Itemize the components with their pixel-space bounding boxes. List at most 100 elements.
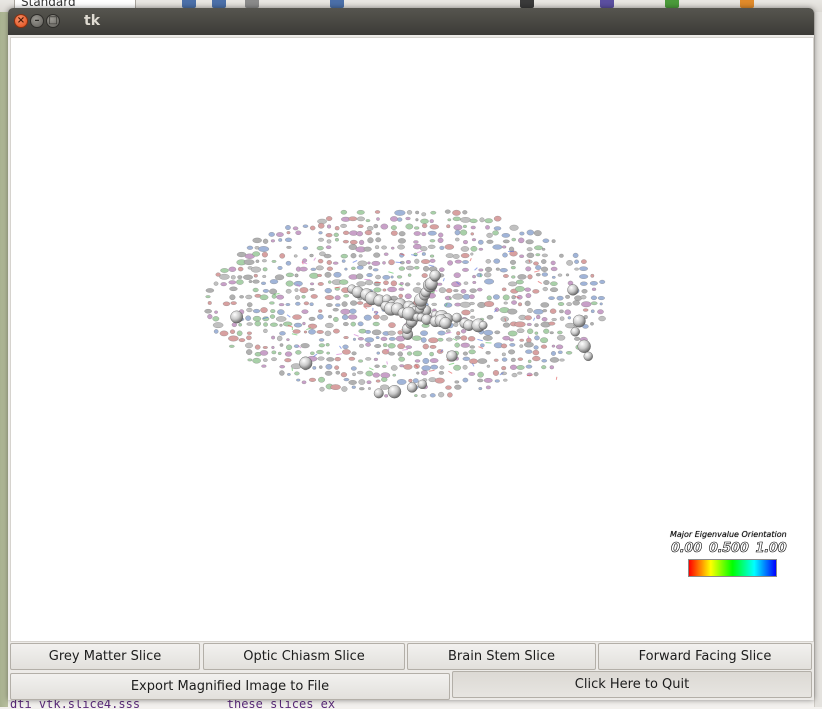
render-viewport[interactable]: Major Eigenvalue Orientation 0.000.5001.… xyxy=(10,37,814,642)
tensor-glyph xyxy=(286,289,291,293)
tensor-glyph xyxy=(238,275,243,278)
tensor-glyph xyxy=(526,267,531,272)
tensor-glyph xyxy=(326,357,334,361)
tensor-glyph xyxy=(302,259,307,263)
tensor-sphere-glyph xyxy=(584,352,593,361)
tensor-glyph xyxy=(327,267,333,271)
tensor-glyph xyxy=(365,357,371,360)
tensor-glyph xyxy=(485,219,493,223)
tensor-glyph xyxy=(581,301,591,307)
close-icon[interactable]: × xyxy=(14,14,28,28)
tensor-glyph xyxy=(391,276,394,279)
orientation-glyph xyxy=(314,258,316,261)
tensor-sphere-glyph xyxy=(568,284,579,295)
minimize-icon[interactable]: – xyxy=(30,14,44,28)
tensor-glyph xyxy=(351,253,356,258)
tensor-glyph xyxy=(565,310,571,315)
tensor-glyph xyxy=(437,283,442,286)
orientation-glyph xyxy=(402,349,408,350)
tensor-sphere-glyph xyxy=(479,321,487,329)
tensor-glyph xyxy=(343,294,348,297)
tensor-glyph xyxy=(534,324,538,327)
toolbar-icon[interactable] xyxy=(245,0,259,8)
tensor-glyph xyxy=(333,317,338,322)
tensor-glyph xyxy=(430,352,434,356)
tensor-glyph xyxy=(296,379,300,381)
tensor-glyph xyxy=(397,343,405,348)
tensor-glyph xyxy=(454,322,459,327)
tensor-glyph xyxy=(574,260,578,264)
tensor-glyph xyxy=(326,303,332,306)
tensor-glyph xyxy=(263,267,267,271)
tensor-glyph xyxy=(524,342,533,347)
tensor-glyph xyxy=(278,266,283,269)
tensor-glyph xyxy=(366,219,370,221)
tensor-glyph xyxy=(405,283,410,287)
tensor-glyph xyxy=(510,260,516,265)
tensor-glyph xyxy=(317,246,324,250)
tensor-glyph xyxy=(501,344,507,348)
toolbar-icon[interactable] xyxy=(330,0,344,8)
tensor-glyph xyxy=(391,365,397,370)
tensor-glyph xyxy=(580,282,587,286)
tensor-glyph xyxy=(309,378,316,382)
tensor-glyph xyxy=(581,295,586,299)
tensor-glyph xyxy=(541,345,547,349)
tensor-glyph xyxy=(223,302,230,306)
toolbar-icon[interactable] xyxy=(665,0,679,8)
tensor-glyph xyxy=(214,282,218,286)
tensor-glyph xyxy=(507,309,517,314)
export-image-button[interactable]: Export Magnified Image to File xyxy=(10,673,450,700)
brain-stem-slice-button[interactable]: Brain Stem Slice xyxy=(407,643,596,670)
tensor-glyph xyxy=(260,350,268,355)
tensor-glyph xyxy=(512,238,516,241)
tensor-glyph xyxy=(279,371,284,376)
toolbar-icon[interactable] xyxy=(600,0,614,8)
scalar-bar-tick: 1.00 xyxy=(756,541,787,556)
tensor-glyph xyxy=(286,281,294,287)
toolbar-icon[interactable] xyxy=(740,0,754,8)
tensor-glyph xyxy=(454,225,463,231)
tensor-glyph xyxy=(461,253,469,258)
tensor-glyph xyxy=(359,387,364,390)
tensor-glyph xyxy=(421,370,427,375)
tensor-glyph xyxy=(253,280,260,284)
tensor-glyph xyxy=(461,310,470,315)
forward-facing-slice-button[interactable]: Forward Facing Slice xyxy=(598,643,812,670)
maximize-icon[interactable]: □ xyxy=(46,14,60,28)
toolbar-icon[interactable] xyxy=(520,0,534,8)
tensor-glyph xyxy=(422,224,427,228)
quit-button[interactable]: Click Here to Quit xyxy=(452,671,812,698)
tensor-glyph xyxy=(423,266,429,271)
tensor-glyph xyxy=(485,267,492,272)
optic-chiasm-slice-button[interactable]: Optic Chiasm Slice xyxy=(203,643,405,670)
tensor-glyph xyxy=(260,307,267,312)
tensor-glyph xyxy=(391,281,397,286)
tensor-glyph xyxy=(478,359,487,364)
tensor-glyph xyxy=(566,302,571,305)
tensor-glyph xyxy=(455,336,461,340)
toolbar-icon[interactable] xyxy=(212,0,226,8)
tensor-glyph xyxy=(399,288,404,291)
tensor-sphere-glyph xyxy=(407,382,417,392)
toolbar-icon[interactable] xyxy=(182,0,196,8)
tensor-glyph xyxy=(319,344,325,348)
tensor-glyph xyxy=(517,372,522,375)
grey-matter-slice-button[interactable]: Grey Matter Slice xyxy=(10,643,200,670)
tensor-glyph xyxy=(387,287,396,292)
tensor-glyph xyxy=(398,352,403,357)
tensor-glyph xyxy=(527,329,533,334)
tensor-glyph xyxy=(533,262,538,266)
orientation-glyph xyxy=(369,368,373,370)
window-titlebar[interactable]: × – □ tk xyxy=(8,8,814,35)
tensor-glyph xyxy=(377,352,380,355)
tensor-glyph xyxy=(518,303,522,307)
tensor-glyph xyxy=(280,343,283,346)
tensor-glyph xyxy=(334,366,339,370)
tensor-glyph xyxy=(295,350,301,354)
tensor-glyph xyxy=(533,350,539,355)
tensor-glyph xyxy=(408,274,411,277)
tensor-glyph xyxy=(484,272,491,277)
tensor-glyph xyxy=(358,225,364,228)
tensor-glyph xyxy=(420,331,427,336)
